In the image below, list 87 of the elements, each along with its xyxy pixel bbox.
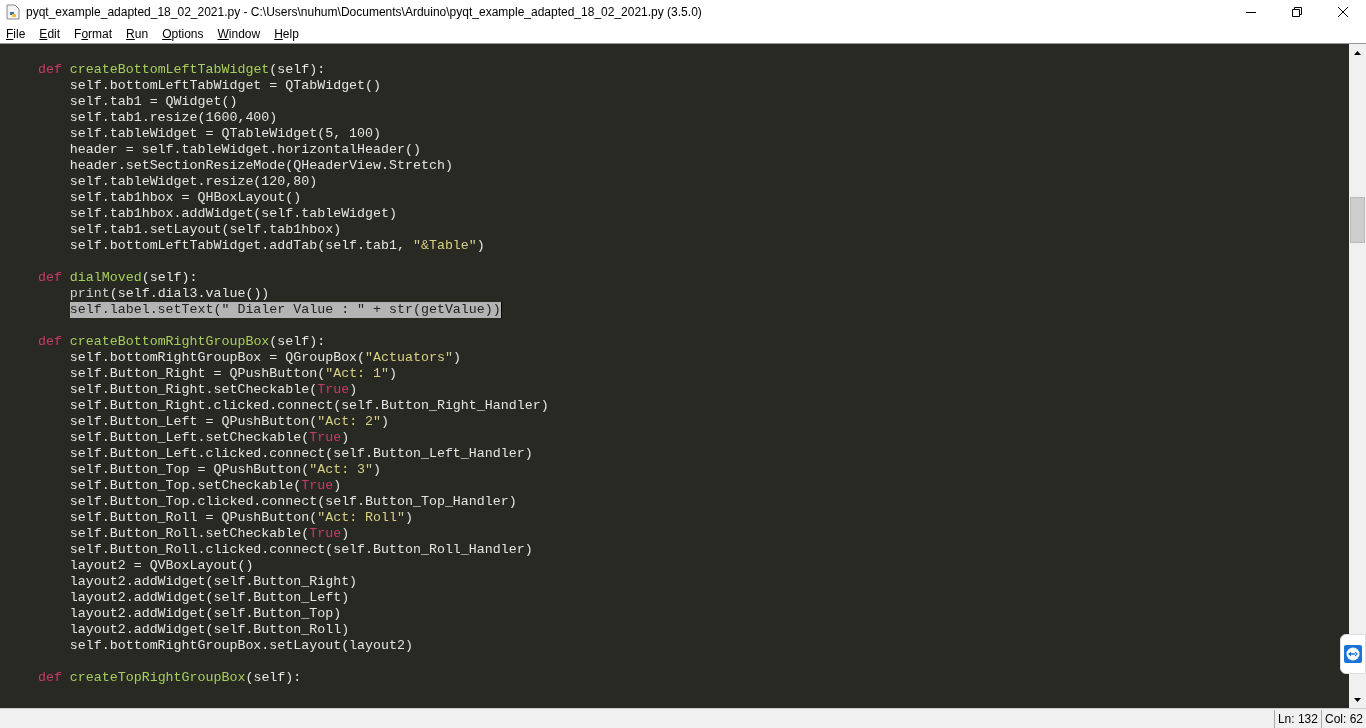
code-text: self.Button_Top.setCheckable( <box>69 478 302 494</box>
code-text: self.tab1.setLayout(self.tab1hbox) <box>69 222 342 238</box>
function-name: createBottomLeftTabWidget <box>69 62 270 78</box>
code-text: self.Button_Left.setCheckable( <box>69 430 310 446</box>
code-text: header = self.tableWidget.horizontalHeader() <box>69 142 421 158</box>
remote-support-widget[interactable] <box>1340 634 1366 674</box>
menu-item[interactable]: Edit <box>39 24 61 43</box>
code-text: ) <box>349 382 358 398</box>
keyword-text: def <box>37 62 62 78</box>
code-text: ) <box>381 414 390 430</box>
code-text: self.Button_Left = QPushButton( <box>69 414 318 430</box>
string-literal: "Act: 1" <box>325 366 390 382</box>
scrollbar-thumb[interactable] <box>1350 197 1365 243</box>
code-text: self.label.setText(" Dialer Value : " + str(getValue)) <box>69 302 501 318</box>
line-number-status: Ln: 132 <box>1273 709 1321 728</box>
builtin-name: print <box>69 286 110 302</box>
code-text: layout2.addWidget(self.Button_Left) <box>69 590 350 606</box>
string-literal: "Actuators" <box>365 350 453 366</box>
menu-item[interactable]: Help <box>274 24 299 43</box>
code-text: (self): <box>141 270 198 286</box>
code-text: ) <box>333 478 342 494</box>
code-text: layout2.addWidget(self.Button_Roll) <box>69 622 350 638</box>
code-text: self.Button_Roll.setCheckable( <box>69 526 310 542</box>
code-text: self.Button_Right.clicked.connect(self.Button_Right_Handler) <box>69 398 549 414</box>
code-text: self.Button_Right = QPushButton( <box>69 366 326 382</box>
code-text: self.bottomRightGroupBox.setLayout(layout2) <box>69 638 413 654</box>
code-text: ) <box>476 238 485 254</box>
column-number-status: Col: 62 <box>1320 709 1366 728</box>
code-text: self.tab1 = QWidget() <box>69 94 238 110</box>
code-text: self.tab1hbox = QHBoxLayout() <box>69 190 302 206</box>
keyword-text: def <box>37 670 62 686</box>
keyword-text: True <box>309 526 342 542</box>
code-text: ) <box>373 462 382 478</box>
code-text: (self): <box>245 670 302 686</box>
code-text: self.tab1hbox.addWidget(self.tableWidget) <box>69 206 397 222</box>
close-icon <box>1338 7 1348 17</box>
window-title: pyqt_example_adapted_18_02_2021.py - C:\Users\nuhum\Documents\Arduino\pyqt_example_adapted_18_02_2021.py (3.5.0) <box>26 4 702 21</box>
code-text: header.setSectionResizeMode(QHeaderView.Stretch) <box>69 158 453 174</box>
code-text: self.tableWidget.resize(120,80) <box>69 174 318 190</box>
string-literal: "Act: 2" <box>317 414 382 430</box>
code-text: self.tableWidget = QTableWidget(5, 100) <box>69 126 382 142</box>
code-text: self.Button_Top.clicked.connect(self.Button_Top_Handler) <box>69 494 517 510</box>
keyword-text: True <box>301 478 334 494</box>
code-text: self.bottomLeftTabWidget.addTab(self.tab1, <box>69 238 406 254</box>
minimize-icon <box>1246 11 1256 13</box>
string-literal: "Act: 3" <box>309 462 374 478</box>
text-cursor <box>500 302 502 318</box>
keyword-text: True <box>309 430 342 446</box>
code-text: ) <box>341 526 350 542</box>
menu-item[interactable]: Format <box>74 24 113 43</box>
code-text: ) <box>452 350 461 366</box>
code-text: layout2.addWidget(self.Button_Top) <box>69 606 342 622</box>
code-text: self.Button_Top = QPushButton( <box>69 462 310 478</box>
code-text: layout2.addWidget(self.Button_Right) <box>69 574 358 590</box>
down-arrow-icon <box>1354 697 1361 702</box>
python-file-icon <box>6 4 20 20</box>
string-literal: "&Table" <box>412 238 477 254</box>
code-text: self.Button_Roll.clicked.connect(self.Button_Roll_Handler) <box>69 542 533 558</box>
keyword-text: def <box>37 270 62 286</box>
menu-item[interactable]: Window <box>217 24 261 43</box>
code-editor[interactable] <box>0 44 1349 708</box>
code-text: self.bottomLeftTabWidget = QTabWidget() <box>69 78 382 94</box>
code-text: layout2 = QVBoxLayout() <box>69 558 254 574</box>
code-text: self.Button_Left.clicked.connect(self.Button_Left_Handler) <box>69 446 533 462</box>
code-text: ) <box>341 430 350 446</box>
function-name: createBottomRightGroupBox <box>69 334 270 350</box>
code-text: ) <box>389 366 397 382</box>
vertical-scrollbar[interactable] <box>1349 44 1366 708</box>
keyword-text: True <box>317 382 350 398</box>
code-text: (self): <box>269 62 326 78</box>
menu-item[interactable]: File <box>6 24 26 43</box>
up-arrow-icon <box>1354 50 1361 55</box>
menu-item[interactable]: Run <box>126 24 149 43</box>
code-text: (self): <box>269 334 326 350</box>
code-text: self.Button_Roll = QPushButton( <box>69 510 318 526</box>
restore-icon <box>1292 7 1302 17</box>
keyword-text: def <box>37 334 62 350</box>
double-arrow-icon <box>1344 645 1362 663</box>
code-text: (self.dial3.value()) <box>109 286 270 302</box>
function-name: dialMoved <box>69 270 142 286</box>
code-text: self.Button_Right.setCheckable( <box>69 382 318 398</box>
code-text: self.bottomRightGroupBox = QGroupBox( <box>69 350 366 366</box>
menu-item[interactable]: Options <box>162 24 204 43</box>
code-text: self.tab1.resize(1600,400) <box>69 110 278 126</box>
function-name: createTopRightGroupBox <box>69 670 246 686</box>
string-literal: "Act: Roll" <box>317 510 405 526</box>
code-text: ) <box>405 510 413 526</box>
